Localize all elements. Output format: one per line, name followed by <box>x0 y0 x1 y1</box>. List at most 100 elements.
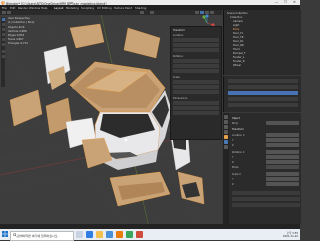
props-rotation-y-field[interactable] <box>266 155 299 159</box>
app-taskbar-icon[interactable] <box>126 231 133 238</box>
tab-modeling[interactable]: Modeling <box>66 6 79 10</box>
outliner-item[interactable]: Light <box>233 24 305 27</box>
tab-shading[interactable]: Shading <box>135 6 146 10</box>
rotate-tool-button[interactable] <box>1 33 5 36</box>
tool-tab-icon[interactable] <box>224 115 228 119</box>
collections-section[interactable] <box>232 203 300 207</box>
blender-taskbar-icon[interactable] <box>116 231 123 238</box>
dimension-x-field[interactable] <box>173 101 219 105</box>
list-row-selected[interactable] <box>228 91 298 95</box>
outliner-item[interactable]: Bumper_F <box>233 52 305 55</box>
stat-edges: Edges 9,853 <box>8 34 25 37</box>
object-name-field[interactable] <box>266 121 299 125</box>
list-row[interactable] <box>228 103 298 107</box>
app-taskbar-icon[interactable] <box>136 231 143 238</box>
relations-section[interactable] <box>232 197 300 201</box>
task-view-icon[interactable] <box>76 231 83 238</box>
props-scale-y-field[interactable] <box>266 177 299 181</box>
windows-start-icon[interactable] <box>2 231 8 237</box>
system-clock[interactable]: 오후 3:55 2021-11-22 <box>270 231 298 238</box>
delta-transform-section[interactable] <box>232 191 300 195</box>
location-z-field[interactable] <box>173 48 219 52</box>
active-object-label: (1) Collection | Body <box>8 21 35 24</box>
taskbar-search-input[interactable]: 검색하려면 여기에 입력하십시오. <box>10 230 74 241</box>
render-tab-icon[interactable] <box>224 120 228 124</box>
menu-render[interactable]: Render <box>18 6 28 10</box>
list-row[interactable] <box>228 97 298 101</box>
output-tab-icon[interactable] <box>224 125 228 129</box>
measure-tool-button[interactable] <box>1 55 5 58</box>
outliner-item[interactable]: Door_RL <box>233 40 305 43</box>
menu-window[interactable]: Window <box>29 6 40 10</box>
props-rotation-x-label: Rotation X <box>232 150 245 154</box>
outliner-item[interactable]: Wheel <box>233 64 305 67</box>
list-row[interactable] <box>228 79 298 83</box>
transform-tool-button[interactable] <box>1 43 5 46</box>
stat-triangles: Triangles 9,734 <box>8 42 28 45</box>
props-location-y-field[interactable] <box>266 138 299 142</box>
scale-tool-button[interactable] <box>1 38 5 41</box>
props-rotation-y-label: Y <box>232 155 234 159</box>
annotate-tool-button[interactable] <box>1 50 5 53</box>
move-tool-button[interactable] <box>1 28 5 31</box>
material-tab-icon[interactable] <box>224 145 228 149</box>
outliner-item[interactable]: Fender_L <box>233 56 305 59</box>
props-scale-z-field[interactable] <box>266 182 299 186</box>
menu-edit[interactable]: Edit <box>10 6 15 10</box>
cursor-tool-button[interactable] <box>1 23 5 26</box>
scale-x-field[interactable] <box>173 80 219 84</box>
menu-file[interactable]: File <box>2 6 7 10</box>
outliner-item[interactable]: Door_RR <box>233 44 305 47</box>
snap-button[interactable] <box>150 11 154 14</box>
clock-date: 2021-11-22 <box>282 234 298 238</box>
select-tool-button[interactable] <box>1 18 5 21</box>
outliner-item[interactable]: Camera <box>233 20 305 23</box>
scene-tab-icon[interactable] <box>224 130 228 134</box>
menu-help[interactable]: Help <box>41 6 47 10</box>
viewport-header <box>0 10 222 15</box>
mode-select-button[interactable] <box>7 11 11 14</box>
scale-y-field[interactable] <box>173 85 219 89</box>
outliner-item[interactable]: Collection <box>230 16 302 19</box>
props-rotation-x-field[interactable] <box>266 150 299 154</box>
tab-uv-editing[interactable]: UV Editing <box>97 6 112 10</box>
props-transform-header: Transform <box>232 127 244 131</box>
file-explorer-icon[interactable] <box>96 231 103 238</box>
store-icon[interactable] <box>106 231 113 238</box>
scale-label: Scale: <box>173 76 181 79</box>
outliner-item[interactable]: Door_FR <box>233 36 305 39</box>
scale-z-field[interactable] <box>173 90 219 94</box>
edge-browser-icon[interactable] <box>86 231 93 238</box>
stat-objects: Objects 4/19 <box>8 26 25 29</box>
tab-sculpting[interactable]: Sculpting <box>81 6 94 10</box>
props-location-z-field[interactable] <box>266 143 299 147</box>
list-row[interactable] <box>228 85 298 89</box>
outliner-item[interactable]: Fender_R <box>233 60 305 63</box>
outliner-item[interactable]: Body <box>233 28 305 31</box>
modifier-tab-icon[interactable] <box>224 140 228 144</box>
props-scale-z-label: Z <box>232 182 234 186</box>
dimension-z-field[interactable] <box>173 111 219 115</box>
door-part-left-rear <box>9 89 43 127</box>
location-y-field[interactable] <box>173 43 219 47</box>
rotation-z-field[interactable] <box>173 69 219 73</box>
editor-type-button[interactable] <box>2 11 6 14</box>
rotation-mode-dropdown[interactable] <box>266 165 299 169</box>
stat-vertices: Vertices 4,988 <box>8 30 27 33</box>
dimension-y-field[interactable] <box>173 106 219 110</box>
rotation-x-field[interactable] <box>173 59 219 63</box>
outliner-item[interactable]: Hood <box>233 48 305 51</box>
object-tab-icon[interactable] <box>224 135 228 139</box>
transform-orientation-button[interactable] <box>140 11 144 14</box>
tab-layout[interactable]: Layout <box>54 6 64 10</box>
location-x-field[interactable] <box>173 38 219 42</box>
outliner-item[interactable]: Door_FL <box>233 32 305 35</box>
tab-texture-paint[interactable]: Texture Paint <box>114 6 132 10</box>
props-rotation-z-field[interactable] <box>266 160 299 164</box>
door-part-right-rear <box>123 27 161 59</box>
props-location-x-field[interactable] <box>266 133 299 137</box>
outliner-item[interactable]: Scene Collection <box>227 12 299 15</box>
rotation-y-field[interactable] <box>173 64 219 68</box>
roof-part <box>69 23 105 49</box>
props-scale-x-field[interactable] <box>266 172 299 176</box>
